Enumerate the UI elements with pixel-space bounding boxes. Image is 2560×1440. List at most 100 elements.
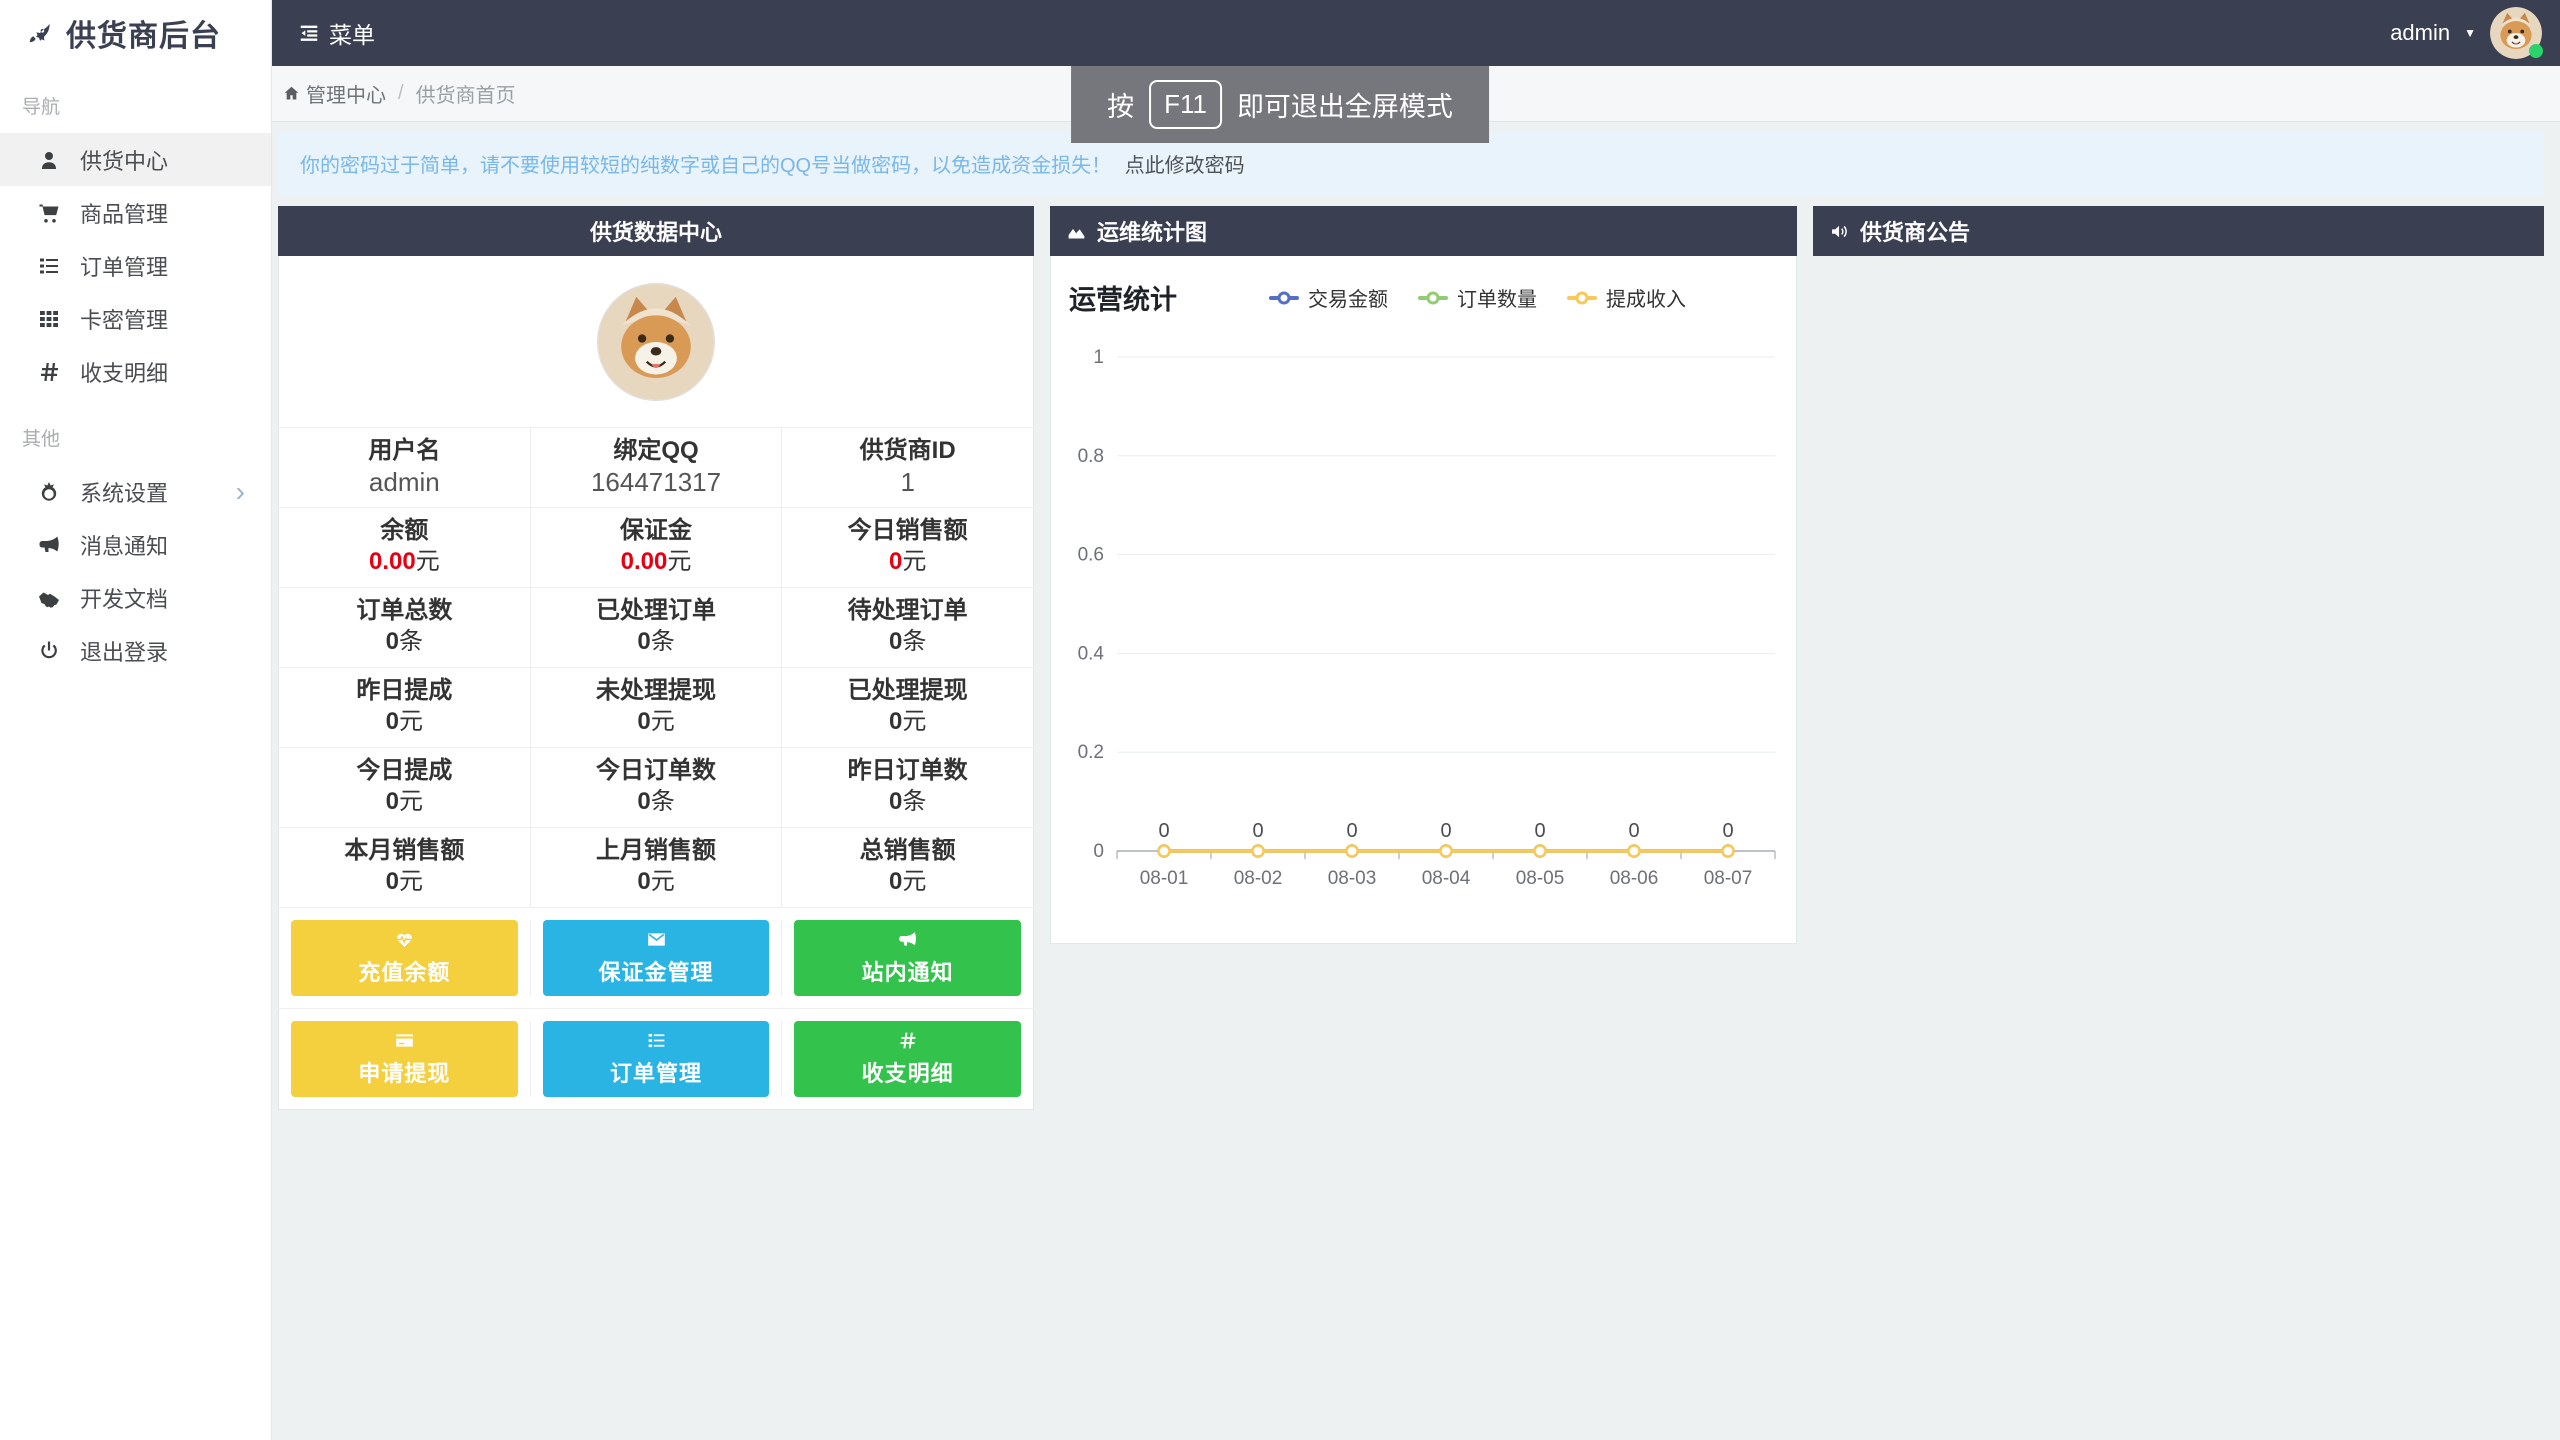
toast-prefix: 按 [1107, 85, 1134, 124]
alert-message: 你的密码过于简单，请不要使用较短的纯数字或自己的QQ号当做密码，以免造成资金损失… [300, 155, 1111, 177]
datacenter-panel-body: 用户名admin绑定QQ164471317供货商ID1余额0.00元保证金0.0… [278, 256, 1034, 1110]
sidebar-item-bullhorn[interactable]: 消息通知 [0, 518, 271, 571]
stat-label: 用户名 [279, 436, 530, 466]
sidebar-item-label: 商品管理 [80, 197, 168, 229]
action-button-label: 订单管理 [610, 1056, 702, 1088]
sidebar-item-label: 供货中心 [80, 144, 168, 176]
stat-cell: 未处理提现0元 [530, 668, 782, 747]
legend-item[interactable]: 订单数量 [1418, 283, 1537, 312]
supplier-avatar-section [279, 256, 1033, 428]
stat-value: 0条 [782, 786, 1033, 818]
svg-text:08-04: 08-04 [1422, 868, 1471, 889]
action-button-label: 申请提现 [358, 1056, 450, 1088]
menu-toggle-button[interactable]: 菜单 [272, 0, 401, 66]
legend-marker-icon [1418, 296, 1448, 300]
svg-text:0.6: 0.6 [1078, 545, 1104, 566]
svg-text:0: 0 [1628, 820, 1639, 842]
stat-value: 0元 [531, 866, 782, 898]
legend-marker-icon [1269, 296, 1299, 300]
fullscreen-exit-toast: 按 F11 即可退出全屏模式 [1071, 66, 1489, 143]
stat-row: 本月销售额0元上月销售额0元总销售额0元 [279, 827, 1033, 907]
sidebar-item-label: 消息通知 [80, 529, 168, 561]
sidebar-item-handshake[interactable]: 开发文档 [0, 571, 271, 624]
stat-label: 未处理提现 [531, 676, 782, 706]
chart-title: 运营统计 [1069, 278, 1177, 317]
caret-down-icon[interactable]: ▼ [2464, 26, 2476, 40]
sidebar-item-user[interactable]: 供货中心 [0, 133, 271, 186]
envelope-icon [646, 929, 667, 950]
stat-label: 上月销售额 [531, 836, 782, 866]
action-button-envelope[interactable]: 保证金管理 [543, 920, 770, 996]
legend-label: 提成收入 [1606, 283, 1686, 312]
heartbeat-icon [394, 929, 415, 950]
sidebar-item-hash[interactable]: 收支明细 [0, 345, 271, 398]
action-button-label: 充值余额 [358, 955, 450, 987]
breadcrumb-page: 供货商首页 [416, 79, 516, 108]
datacenter-title: 供货数据中心 [590, 215, 722, 247]
stat-value: 0条 [782, 626, 1033, 658]
sidebar-item-power[interactable]: 退出登录 [0, 624, 271, 677]
sidebar-item-label: 开发文档 [80, 582, 168, 614]
chevron-right-icon: › [236, 478, 245, 506]
stat-value: 0元 [782, 866, 1033, 898]
stat-label: 本月销售额 [279, 836, 530, 866]
change-password-link[interactable]: 点此修改密码 [1125, 155, 1245, 177]
stat-cell: 绑定QQ164471317 [530, 428, 782, 507]
stat-row: 用户名admin绑定QQ164471317供货商ID1 [279, 428, 1033, 507]
svg-text:0: 0 [1440, 820, 1451, 842]
avatar[interactable] [2490, 7, 2542, 59]
sidebar-item-label: 收支明细 [80, 356, 168, 388]
sidebar-item-cart[interactable]: 商品管理 [0, 186, 271, 239]
chart-panel-header: 运维统计图 [1050, 206, 1797, 256]
action-button-heartbeat[interactable]: 充值余额 [291, 920, 518, 996]
stat-cell: 总销售额0元 [781, 828, 1033, 907]
datacenter-table: 用户名admin绑定QQ164471317供货商ID1余额0.00元保证金0.0… [279, 428, 1033, 907]
chart-panel-title: 运维统计图 [1097, 215, 1207, 247]
sidebar-item-list[interactable]: 订单管理 [0, 239, 271, 292]
sidebar-item-label: 退出登录 [80, 635, 168, 667]
action-button-cell: 保证金管理 [530, 920, 782, 996]
svg-text:0: 0 [1346, 820, 1357, 842]
area-chart-icon [1066, 221, 1087, 242]
sidebar-nav: 导航供货中心商品管理订单管理卡密管理收支明细其他系统设置›消息通知开发文档退出登… [0, 66, 271, 677]
stat-value: 0元 [531, 706, 782, 738]
home-icon [282, 84, 301, 103]
stat-row: 余额0.00元保证金0.00元今日销售额0元 [279, 507, 1033, 587]
action-button-bullhorn[interactable]: 站内通知 [794, 920, 1021, 996]
stat-cell: 昨日提成0元 [279, 668, 530, 747]
datacenter-panel: 供货数据中心 用户名admin绑定QQ164471317供货商ID1余额0.00… [278, 206, 1034, 1110]
legend-item[interactable]: 交易金额 [1269, 283, 1388, 312]
stat-cell: 今日提成0元 [279, 748, 530, 827]
legend-item[interactable]: 提成收入 [1567, 283, 1686, 312]
stat-cell: 今日订单数0条 [530, 748, 782, 827]
stat-value: 0.00元 [279, 546, 530, 578]
stat-value: admin [279, 466, 530, 498]
sidebar: 供货商后台 导航供货中心商品管理订单管理卡密管理收支明细其他系统设置›消息通知开… [0, 0, 272, 1440]
action-button-hash[interactable]: 收支明细 [794, 1021, 1021, 1097]
announcement-panel-header: 供货商公告 [1813, 206, 2544, 256]
svg-text:0.2: 0.2 [1078, 742, 1104, 763]
stat-value: 0元 [782, 706, 1033, 738]
hash-icon [36, 360, 62, 384]
action-button-credit-card[interactable]: 申请提现 [291, 1021, 518, 1097]
power-icon [36, 639, 62, 663]
chart-title-row: 运营统计 交易金额 订单数量 提成收入 [1059, 278, 1788, 317]
sidebar-item-rebel[interactable]: 系统设置› [0, 465, 271, 518]
stat-label: 待处理订单 [782, 596, 1033, 626]
online-status-dot [2529, 44, 2543, 58]
svg-text:08-07: 08-07 [1704, 868, 1753, 889]
breadcrumb-separator: / [398, 82, 404, 105]
brand: 供货商后台 [0, 0, 271, 66]
stat-value: 0条 [531, 626, 782, 658]
sidebar-item-grid[interactable]: 卡密管理 [0, 292, 271, 345]
stat-cell: 余额0.00元 [279, 508, 530, 587]
breadcrumb-home[interactable]: 管理中心 [306, 79, 386, 108]
action-button-cell: 充值余额 [279, 920, 530, 996]
credit-card-icon [394, 1030, 415, 1051]
stat-cell: 待处理订单0条 [781, 588, 1033, 667]
action-button-list[interactable]: 订单管理 [543, 1021, 770, 1097]
stat-label: 保证金 [531, 516, 782, 546]
stat-value: 0.00元 [531, 546, 782, 578]
action-button-row: 申请提现 订单管理 收支明细 [279, 1008, 1033, 1109]
svg-text:0: 0 [1534, 820, 1545, 842]
